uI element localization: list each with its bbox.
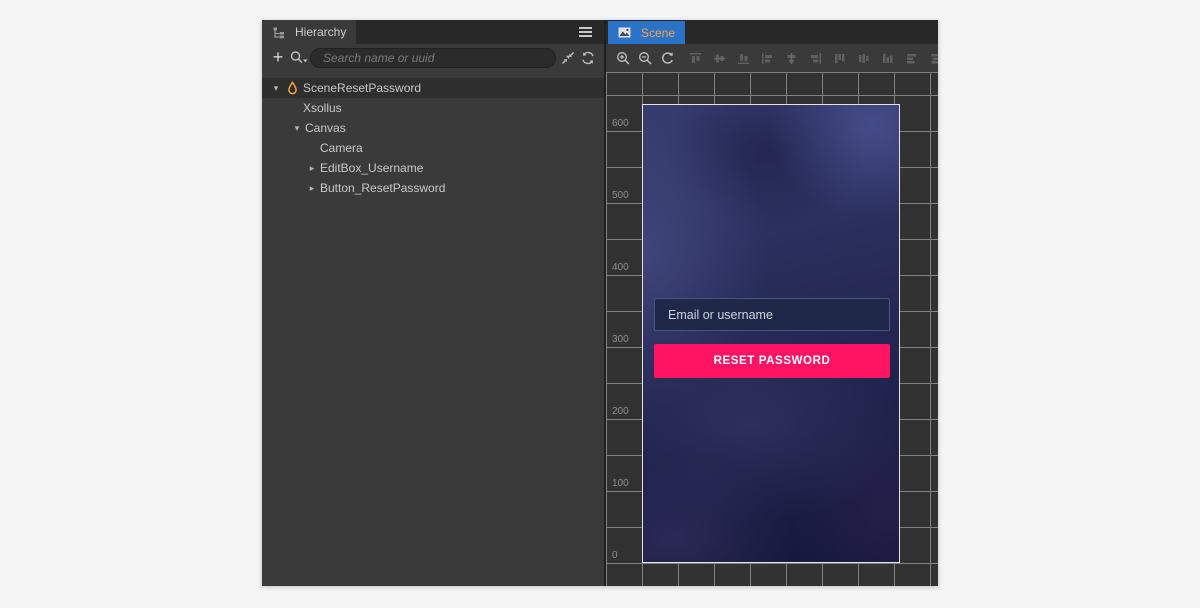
collapsed-arrow-icon[interactable]: ▸ bbox=[306, 163, 318, 174]
ruler-label: 0 bbox=[612, 550, 618, 561]
scene-viewport[interactable]: 600 500 400 300 200 100 0 Email or usern… bbox=[606, 72, 938, 586]
game-canvas-preview: Email or username RESET PASSWORD bbox=[642, 104, 900, 563]
collapse-all-icon bbox=[560, 50, 576, 66]
scene-panel: Scene bbox=[606, 20, 938, 586]
distribute-top-icon bbox=[833, 52, 846, 65]
refresh-icon bbox=[580, 50, 596, 66]
search-icon bbox=[289, 50, 309, 66]
ruler-label: 600 bbox=[612, 118, 629, 129]
hierarchy-tree: ▾ SceneResetPassword Xsollus ▾ Canvas Ca… bbox=[262, 72, 604, 586]
align-tools bbox=[688, 51, 938, 66]
align-vertical-center-button[interactable] bbox=[712, 51, 727, 66]
tree-node-button-resetpassword[interactable]: ▸ Button_ResetPassword bbox=[262, 178, 604, 198]
tree-node-label: Canvas bbox=[305, 121, 346, 135]
collapsed-arrow-icon[interactable]: ▸ bbox=[306, 183, 318, 194]
align-horizontal-center-icon bbox=[785, 52, 798, 65]
distribute-left-icon bbox=[905, 52, 918, 65]
distribute-vertical-center-button[interactable] bbox=[856, 51, 871, 66]
ruler-label: 400 bbox=[612, 262, 629, 273]
hierarchy-toolbar: + bbox=[262, 44, 604, 72]
hierarchy-tab-label: Hierarchy bbox=[295, 25, 346, 39]
editor-window: Hierarchy + bbox=[262, 20, 938, 586]
search-input[interactable] bbox=[310, 48, 556, 68]
hierarchy-tabbar: Hierarchy bbox=[262, 20, 604, 44]
search-input-wrap bbox=[310, 48, 556, 68]
tab-hierarchy[interactable]: Hierarchy bbox=[262, 20, 356, 44]
distribute-top-button[interactable] bbox=[832, 51, 847, 66]
tree-node-label: Xsollus bbox=[303, 101, 342, 115]
align-vertical-center-icon bbox=[713, 52, 726, 65]
panel-menu-icon[interactable] bbox=[576, 24, 594, 40]
scene-tab-label: Scene bbox=[641, 26, 675, 40]
ruler-label: 100 bbox=[612, 478, 629, 489]
align-left-icon bbox=[761, 52, 774, 65]
expand-arrow-icon[interactable]: ▾ bbox=[291, 123, 303, 134]
distribute-horizontal-center-icon bbox=[929, 52, 938, 65]
refresh-button[interactable] bbox=[580, 50, 596, 66]
zoom-out-button[interactable] bbox=[638, 51, 653, 66]
align-left-button[interactable] bbox=[760, 51, 775, 66]
tree-node-label: Button_ResetPassword bbox=[320, 181, 445, 195]
ruler-label: 300 bbox=[612, 334, 629, 345]
scene-toolbar bbox=[606, 44, 938, 72]
distribute-bottom-icon bbox=[881, 52, 894, 65]
add-node-button[interactable]: + bbox=[269, 47, 287, 69]
distribute-left-button[interactable] bbox=[904, 51, 919, 66]
tree-node-label: EditBox_Username bbox=[320, 161, 423, 175]
hierarchy-tree-icon bbox=[272, 26, 286, 39]
distribute-horizontal-center-button[interactable] bbox=[928, 51, 938, 66]
tree-node-editbox-username[interactable]: ▸ EditBox_Username bbox=[262, 158, 604, 178]
tree-node-scene-reset-password[interactable]: ▾ SceneResetPassword bbox=[262, 78, 604, 98]
align-horizontal-center-button[interactable] bbox=[784, 51, 799, 66]
scene-image-icon bbox=[618, 27, 632, 38]
expand-arrow-icon[interactable]: ▾ bbox=[270, 83, 282, 94]
zoom-in-button[interactable] bbox=[616, 51, 631, 66]
tab-scene[interactable]: Scene bbox=[608, 21, 685, 44]
tree-node-camera[interactable]: Camera bbox=[262, 138, 604, 158]
ruler-label: 200 bbox=[612, 406, 629, 417]
collapse-all-button[interactable] bbox=[560, 50, 576, 66]
tree-node-label: SceneResetPassword bbox=[303, 81, 421, 95]
editbox-username-node[interactable]: Email or username bbox=[654, 298, 890, 331]
scene-tabbar: Scene bbox=[606, 20, 938, 44]
reset-view-button[interactable] bbox=[660, 51, 675, 66]
ruler-label: 500 bbox=[612, 190, 629, 201]
reset-view-icon bbox=[660, 51, 675, 66]
search-filter-button[interactable] bbox=[289, 50, 309, 66]
align-bottom-icon bbox=[737, 52, 750, 65]
button-reset-password-node[interactable]: RESET PASSWORD bbox=[654, 344, 890, 378]
align-right-button[interactable] bbox=[808, 51, 823, 66]
zoom-in-icon bbox=[616, 51, 631, 66]
scene-droplet-icon bbox=[286, 81, 300, 95]
zoom-out-icon bbox=[638, 51, 653, 66]
distribute-bottom-button[interactable] bbox=[880, 51, 895, 66]
tree-node-xsollus[interactable]: Xsollus bbox=[262, 98, 604, 118]
tree-node-label: Camera bbox=[320, 141, 363, 155]
align-top-icon bbox=[689, 52, 702, 65]
align-right-icon bbox=[809, 52, 822, 65]
align-top-button[interactable] bbox=[688, 51, 703, 66]
tree-node-canvas[interactable]: ▾ Canvas bbox=[262, 118, 604, 138]
editbox-placeholder-text: Email or username bbox=[668, 308, 773, 322]
align-bottom-button[interactable] bbox=[736, 51, 751, 66]
hierarchy-panel: Hierarchy + bbox=[262, 20, 604, 586]
distribute-vertical-center-icon bbox=[857, 52, 870, 65]
